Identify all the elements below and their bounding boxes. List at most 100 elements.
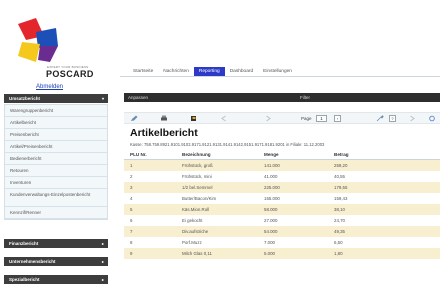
- export-icon[interactable]: [190, 115, 198, 122]
- next-page-icon[interactable]: [408, 115, 416, 122]
- prev-icon[interactable]: [220, 115, 228, 122]
- cell-bezeichnung: 1/2 bel.Semmel: [182, 185, 213, 190]
- sidebar-item-kennzif-renner[interactable]: Kennzif/Renner: [5, 207, 107, 219]
- sidebar-item-inventuren[interactable]: Inventuren: [5, 177, 107, 189]
- table-row[interactable]: 6 Ei gekocht 27.000 24,70: [124, 215, 440, 226]
- print-icon[interactable]: [160, 115, 168, 122]
- cell-bezeichnung: Milch Glas 0,11: [182, 251, 212, 256]
- cell-bezeichnung: Frühstück, groß: [182, 163, 213, 168]
- cell-menge: 141.000: [264, 163, 280, 168]
- page-label: Page: [301, 116, 312, 121]
- cell-bezeichnung: Porf.Muzz: [182, 240, 202, 245]
- chevron-down-icon: ▾: [101, 96, 104, 101]
- sidebar-section-label: Finanzbericht: [9, 241, 39, 246]
- sidebar-section-unternehmensbericht[interactable]: Unternehmensbericht ▸: [4, 257, 108, 266]
- cell-bezeichnung: Frühstück, mini: [182, 174, 212, 179]
- cell-betrag: 49,35: [334, 229, 345, 234]
- sidebar-item-kundenverwaltung[interactable]: Kundenverwaltungs-Einzelpostenbericht: [5, 189, 107, 207]
- table-body: 1 Frühstück, groß 141.000 259,20 2 Frühstück,…: [124, 160, 440, 259]
- tab-einstellungen[interactable]: Einstellungen: [258, 67, 297, 76]
- report-title: Artikelbericht: [130, 127, 198, 139]
- cell-plu: 3: [130, 185, 133, 190]
- cell-bezeichnung: Ei gekocht: [182, 218, 203, 223]
- next-icon[interactable]: [264, 115, 272, 122]
- sidebar-item-preisenbericht[interactable]: Preisenbericht: [5, 129, 107, 141]
- sidebar-item-bedienerbericht[interactable]: Bedienerbericht: [5, 153, 107, 165]
- chevron-right-icon: ▸: [101, 277, 104, 282]
- report-table: PLU Nr. Bezeichnung Menge Betrag 1 Frühst…: [124, 150, 440, 259]
- sidebar-section-spezialbericht[interactable]: Spezialbericht ▸: [4, 275, 108, 284]
- column-header-bezeichnung[interactable]: Bezeichnung: [182, 150, 264, 159]
- settings-icon[interactable]: [376, 115, 384, 122]
- tab-dashboard[interactable]: Dashboard: [225, 67, 258, 76]
- column-header-plu[interactable]: PLU Nr.: [124, 150, 182, 159]
- main-content: Startseite Nachrichten Reporting Dashboa…: [120, 0, 440, 292]
- cell-betrag: 24,70: [334, 218, 345, 223]
- sidebar-section-label: Spezialbericht: [9, 277, 40, 282]
- table-row[interactable]: 3 1/2 bel.Semmel 225.000 179,55: [124, 182, 440, 193]
- cell-plu: 9: [130, 251, 133, 256]
- cell-betrag: 38,10: [334, 207, 345, 212]
- panel-header-bar: Anpassen Filter: [124, 93, 440, 102]
- sidebar-item-retouren[interactable]: Retouren: [5, 165, 107, 177]
- cell-plu: 2: [130, 174, 133, 179]
- cell-betrag: 259,20: [334, 163, 348, 168]
- panel-header-anpassen[interactable]: Anpassen: [128, 93, 148, 102]
- page-input[interactable]: 1: [316, 115, 327, 122]
- column-header-menge[interactable]: Menge: [264, 150, 334, 159]
- help-button[interactable]: ?: [389, 115, 396, 122]
- sidebar-section-label: Unternehmensbericht: [9, 259, 56, 264]
- tab-nachrichten[interactable]: Nachrichten: [158, 67, 194, 76]
- table-row[interactable]: 7 Div.aufstriche 54.000 49,35: [124, 226, 440, 237]
- cell-menge: 225.000: [264, 185, 280, 190]
- cell-menge: 5.000: [264, 251, 275, 256]
- cell-menge: 155.000: [264, 196, 280, 201]
- cell-menge: 41.000: [264, 174, 278, 179]
- cell-betrag: 179,55: [334, 185, 348, 190]
- sidebar-section-finanzbericht[interactable]: Finanzbericht ▸: [4, 239, 108, 248]
- table-row[interactable]: 2 Frühstück, mini 41.000 40,55: [124, 171, 440, 182]
- tab-startseite[interactable]: Startseite: [128, 67, 158, 76]
- cell-betrag: 6,50: [334, 240, 343, 245]
- tab-divider: [120, 76, 440, 77]
- table-header: PLU Nr. Bezeichnung Menge Betrag: [124, 150, 440, 160]
- cell-plu: 6: [130, 218, 133, 223]
- cell-menge: 58.000: [264, 207, 278, 212]
- cell-menge: 27.000: [264, 218, 278, 223]
- sidebar-section-umsatzbericht[interactable]: Umsatzbericht ▾: [4, 94, 108, 103]
- logo-icon: [18, 18, 58, 62]
- cell-plu: 4: [130, 196, 133, 201]
- page-next-button[interactable]: ›: [334, 115, 341, 122]
- cell-plu: 1: [130, 163, 133, 168]
- cell-menge: 7.000: [264, 240, 275, 245]
- cell-betrag: 159,43: [334, 196, 348, 201]
- sidebar-item-warengruppenbericht[interactable]: Warengruppenbericht: [5, 105, 107, 117]
- table-row[interactable]: 4 Butter/Bacon/Kim 155.000 159,43: [124, 193, 440, 204]
- cell-bezeichnung: Div.aufstriche: [182, 229, 209, 234]
- sidebar: EXPERT YOUR BUSINESS POSCARD Abmelden Um…: [0, 0, 112, 292]
- poscard-logo: EXPERT YOUR BUSINESS POSCARD: [10, 12, 110, 80]
- edit-icon[interactable]: [130, 115, 138, 122]
- tab-reporting[interactable]: Reporting: [193, 67, 225, 76]
- panel-header-filter[interactable]: Filter: [300, 93, 310, 102]
- sidebar-item-artikelbericht[interactable]: Artikelbericht: [5, 117, 107, 129]
- cell-plu: 8: [130, 240, 133, 245]
- logout-link[interactable]: Abmelden: [36, 84, 63, 90]
- table-row[interactable]: 1 Frühstück, groß 141.000 259,20: [124, 160, 440, 171]
- table-row[interactable]: 8 Porf.Muzz 7.000 6,50: [124, 237, 440, 248]
- logo-brand: POSCARD: [46, 69, 94, 79]
- cell-plu: 5: [130, 207, 133, 212]
- table-row[interactable]: 5 Käs.Mion.Roll 58.000 38,10: [124, 204, 440, 215]
- cell-betrag: 40,55: [334, 174, 345, 179]
- sidebar-item-list: Warengruppenbericht Artikelbericht Preis…: [4, 104, 108, 220]
- cell-menge: 54.000: [264, 229, 278, 234]
- sidebar-item-artikel-preisenbericht[interactable]: Artikel/Preisenbericht: [5, 141, 107, 153]
- top-nav-tabs: Startseite Nachrichten Reporting Dashboa…: [128, 67, 297, 76]
- cell-bezeichnung: Butter/Bacon/Kim: [182, 196, 217, 201]
- table-row[interactable]: 9 Milch Glas 0,11 5.000 1,80: [124, 248, 440, 259]
- refresh-icon[interactable]: [428, 115, 436, 122]
- sidebar-section-label: Umsatzbericht: [9, 96, 41, 101]
- column-header-betrag[interactable]: Betrag: [334, 150, 384, 159]
- cell-betrag: 1,80: [334, 251, 343, 256]
- chevron-right-icon: ▸: [101, 241, 104, 246]
